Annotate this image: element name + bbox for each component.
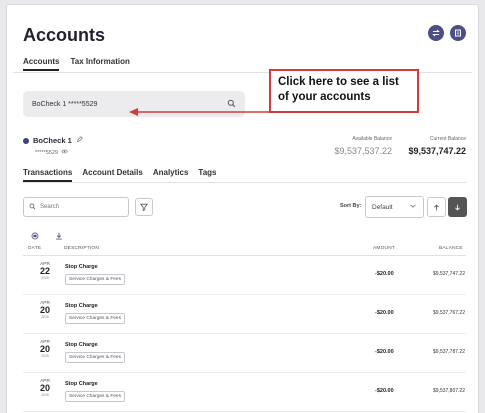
transaction-category-tag[interactable]: Service Charges & Fees <box>65 313 125 324</box>
arrow-down-icon <box>454 198 461 216</box>
table-row[interactable]: APR 22 2026 Stop Charge Service Charges … <box>23 256 466 295</box>
table-row[interactable]: APR 20 2026 Stop Charge Service Charges … <box>23 295 466 334</box>
transaction-balance: $9,537,767.22 <box>433 310 465 316</box>
callout-line-1: Click here to see a list <box>278 76 399 88</box>
sort-descending-button[interactable] <box>448 197 467 217</box>
filter-icon <box>140 198 148 216</box>
table-row[interactable]: APR 20 2026 Stop Charge Service Charges … <box>23 334 466 373</box>
tab-account-details[interactable]: Account Details <box>82 168 142 182</box>
date-year: 2026 <box>41 354 49 359</box>
current-balance: Current Balance $9,537,747.22 <box>408 136 466 156</box>
header-actions <box>428 25 466 41</box>
transaction-date: APR 20 2026 <box>37 379 53 397</box>
transaction-search-input[interactable]: Search <box>23 197 129 217</box>
download-icon[interactable] <box>55 227 63 245</box>
filter-button[interactable] <box>135 198 153 216</box>
sort-select-value: Default <box>372 203 393 211</box>
chevron-down-icon <box>409 202 417 212</box>
account-name: BoCheck 1 <box>33 136 72 145</box>
account-sub-tabs: Transactions Account Details Analytics T… <box>23 168 216 182</box>
tab-tags[interactable]: Tags <box>198 168 216 182</box>
callout-line-2: of your accounts <box>278 90 371 103</box>
transaction-balance: $9,537,807.22 <box>433 388 465 394</box>
column-header-date[interactable]: DATE <box>28 246 41 251</box>
column-header-amount[interactable]: AMOUNT <box>373 246 395 251</box>
transaction-amount: -$20.00 <box>375 388 394 394</box>
pencil-icon[interactable] <box>76 136 83 145</box>
available-balance-label: Available Balance <box>352 136 392 142</box>
top-tabs: Accounts Tax Information <box>23 57 130 71</box>
transaction-date: APR 22 2026 <box>37 262 53 280</box>
date-year: 2026 <box>41 315 49 320</box>
account-number-row: *****5529 <box>35 148 68 157</box>
date-day: 20 <box>39 344 50 354</box>
account-name-row: BoCheck 1 <box>23 136 83 145</box>
tab-analytics[interactable]: Analytics <box>153 168 189 182</box>
transaction-date: APR 20 2026 <box>37 301 53 319</box>
transaction-title: Stop Charge <box>65 303 98 309</box>
page-title: Accounts <box>23 25 106 45</box>
current-balance-value: $9,537,747.22 <box>408 146 466 156</box>
transaction-balance: $9,537,747.22 <box>433 271 465 277</box>
transaction-amount: -$20.00 <box>375 310 394 316</box>
search-placeholder: Search <box>40 204 60 210</box>
transaction-title: Stop Charge <box>65 381 98 387</box>
sort-select[interactable]: Default <box>365 196 424 218</box>
available-balance: Available Balance $9,537,537.22 <box>334 136 392 156</box>
current-balance-label: Current Balance <box>429 136 466 142</box>
transaction-date: APR 20 2026 <box>37 340 53 358</box>
tab-accounts[interactable]: Accounts <box>23 57 60 71</box>
tab-transactions[interactable]: Transactions <box>23 168 73 182</box>
transaction-amount: -$20.00 <box>375 349 394 355</box>
search-icon <box>29 203 36 212</box>
help-callout: Click here to see a list of your account… <box>269 69 419 113</box>
column-header-description[interactable]: DESCRIPTION <box>64 246 99 251</box>
transaction-category-tag[interactable]: Service Charges & Fees <box>65 391 125 402</box>
date-day: 22 <box>39 266 50 276</box>
sort-ascending-button[interactable] <box>427 197 446 217</box>
transaction-title: Stop Charge <box>65 342 98 348</box>
transfer-icon[interactable] <box>428 25 444 41</box>
tab-tax-information[interactable]: Tax Information <box>70 57 129 71</box>
eye-icon[interactable] <box>61 148 68 157</box>
print-icon[interactable] <box>31 227 39 245</box>
divider <box>23 182 466 183</box>
date-day: 20 <box>39 383 50 393</box>
date-year: 2026 <box>41 393 49 398</box>
account-number: *****5529 <box>35 149 58 156</box>
transaction-amount: -$20.00 <box>375 271 394 277</box>
available-balance-value: $9,537,537.22 <box>334 146 392 156</box>
arrow-up-icon <box>433 198 440 216</box>
accounts-card: Accounts Accounts Tax Information BoChec… <box>6 4 479 413</box>
transaction-balance: $9,537,787.22 <box>433 349 465 355</box>
transaction-category-tag[interactable]: Service Charges & Fees <box>65 352 125 363</box>
column-header-balance[interactable]: BALANCE <box>439 246 463 251</box>
table-tools <box>31 227 63 245</box>
transaction-category-tag[interactable]: Service Charges & Fees <box>65 274 125 285</box>
date-day: 20 <box>39 305 50 315</box>
date-year: 2026 <box>41 276 49 281</box>
table-row[interactable]: APR 20 2026 Stop Charge Service Charges … <box>23 373 466 412</box>
account-color-dot <box>23 137 29 144</box>
statements-icon[interactable] <box>450 25 466 41</box>
sort-by-label: Sort By: <box>340 203 362 209</box>
callout-arrow <box>129 108 272 116</box>
transaction-title: Stop Charge <box>65 264 98 270</box>
